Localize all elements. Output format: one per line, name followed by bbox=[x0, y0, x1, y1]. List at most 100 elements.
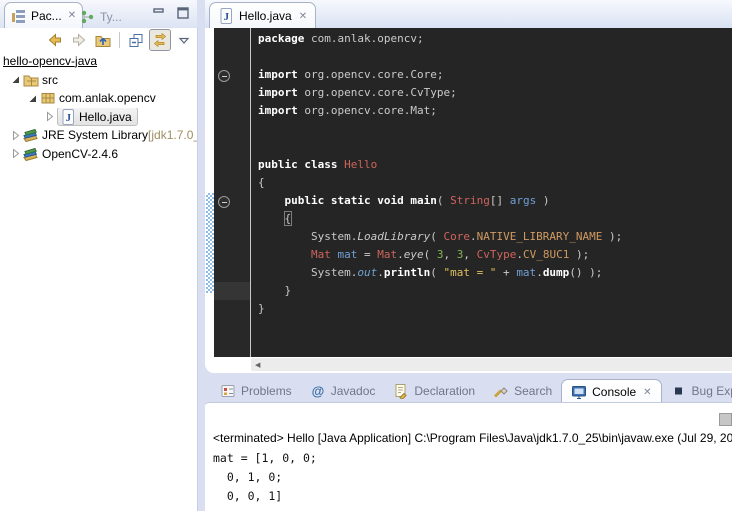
tree-item-src[interactable]: src bbox=[0, 71, 197, 90]
code-line: Mat mat = Mat.eye( 3, 3, CvType.CV_8UC1 … bbox=[258, 246, 622, 264]
tree-item-content: OpenCV-2.4.6 bbox=[23, 146, 118, 162]
sidebar-tabbar: Pac... ✕ Ty... bbox=[0, 0, 197, 29]
tab-label: Ty... bbox=[100, 10, 122, 24]
up-folder-icon bbox=[95, 32, 111, 48]
library-icon bbox=[23, 146, 39, 162]
tree-item-label: OpenCV-2.4.6 bbox=[42, 147, 118, 161]
code-line: } bbox=[258, 282, 622, 300]
code-line: } bbox=[258, 300, 622, 318]
eclipse-window: Pac... ✕ Ty... hello-opencv-java srcco bbox=[0, 0, 732, 511]
javadoc-icon: @ bbox=[310, 383, 326, 399]
link-with-editor-button[interactable] bbox=[149, 29, 171, 51]
console-view: <terminated> Hello [Java Application] C:… bbox=[205, 402, 732, 511]
up-button[interactable] bbox=[92, 29, 114, 51]
range-indicator bbox=[206, 193, 214, 293]
tab-type-hierarchy[interactable]: Ty... bbox=[74, 4, 128, 29]
tab-label: Problems bbox=[241, 384, 292, 398]
package-explorer-body: hello-opencv-java src com.anlak.opencv J He… bbox=[0, 28, 198, 511]
back-icon bbox=[47, 32, 63, 48]
horizontal-scrollbar[interactable]: ◀ bbox=[251, 358, 732, 371]
declaration-icon bbox=[393, 383, 409, 399]
code-line: import org.opencv.core.Mat; bbox=[258, 102, 622, 120]
console-toolbar-button[interactable] bbox=[719, 413, 732, 426]
code-line: public static void main( String[] args ) bbox=[258, 192, 622, 210]
code-line: System.out.println( "mat = " + mat.dump(… bbox=[258, 264, 622, 282]
tree-item-opencv-2-4-6[interactable]: OpenCV-2.4.6 bbox=[0, 145, 197, 164]
tree-item-com-anlak-opencv[interactable]: com.anlak.opencv bbox=[0, 89, 197, 108]
collapse-arrow-icon[interactable] bbox=[8, 127, 23, 143]
tree-item-jre-system-library[interactable]: JRE System Library [jdk1.7.0_25] bbox=[0, 126, 197, 145]
code-line bbox=[258, 48, 622, 66]
code-line: package com.anlak.opencv; bbox=[258, 30, 622, 48]
tree-item-project[interactable]: hello-opencv-java bbox=[0, 52, 197, 71]
link-editor-icon bbox=[152, 32, 168, 48]
code-line: import org.opencv.core.CvType; bbox=[258, 84, 622, 102]
tree-item-label: src bbox=[42, 73, 58, 87]
search-icon bbox=[493, 383, 509, 399]
tab-problems[interactable]: Problems bbox=[211, 378, 301, 403]
tab-label: Console bbox=[592, 385, 636, 399]
forward-button[interactable] bbox=[68, 29, 90, 51]
minimize-icon[interactable] bbox=[151, 5, 167, 21]
forward-icon bbox=[71, 32, 87, 48]
editor-tab-hello-java[interactable]: J Hello.java ✕ bbox=[209, 2, 316, 29]
fold-minus-icon[interactable] bbox=[218, 70, 230, 82]
package-root-icon bbox=[23, 72, 39, 88]
expand-arrow-icon[interactable] bbox=[8, 72, 23, 88]
editor-tabbar: J Hello.java ✕ bbox=[205, 0, 732, 29]
collapse-all-icon bbox=[128, 32, 144, 48]
bottom-tabbar: Problems@JavadocDeclarationSearchConsole… bbox=[205, 378, 732, 403]
console-output-line: 0, 0, 1] bbox=[213, 487, 317, 506]
tab-console[interactable]: Console ✕ bbox=[561, 379, 661, 404]
java-file-icon: J bbox=[60, 109, 76, 125]
tree-item-content: src bbox=[23, 72, 58, 88]
tree-item-content: J Hello.java bbox=[57, 108, 138, 127]
tab-javadoc[interactable]: @ Javadoc bbox=[301, 378, 385, 403]
view-menu-button[interactable] bbox=[173, 29, 195, 51]
expand-arrow-icon[interactable] bbox=[25, 90, 40, 106]
collapse-arrow-icon[interactable] bbox=[42, 109, 57, 125]
library-icon bbox=[23, 127, 39, 143]
code-line: System.LoadLibrary( Core.NATIVE_LIBRARY_… bbox=[258, 228, 622, 246]
console-output-line: mat = [1, 0, 0; bbox=[213, 449, 317, 468]
code-lines: package com.anlak.opencv; import org.open… bbox=[258, 30, 622, 318]
tree-item-content: com.anlak.opencv bbox=[40, 90, 156, 106]
svg-text:@: @ bbox=[311, 383, 324, 398]
console-output[interactable]: mat = [1, 0, 0; 0, 1, 0; 0, 0, 1] bbox=[213, 449, 317, 506]
tab-search[interactable]: Search bbox=[484, 378, 561, 403]
problems-icon bbox=[220, 383, 236, 399]
close-icon[interactable]: ✕ bbox=[643, 387, 651, 398]
back-button[interactable] bbox=[44, 29, 66, 51]
java-file-icon: J bbox=[218, 8, 234, 24]
svg-text:J: J bbox=[224, 11, 230, 23]
project-tree: hello-opencv-java src com.anlak.opencv J He… bbox=[0, 52, 197, 163]
tab-bug-explorer[interactable]: Bug Explorer bbox=[662, 378, 732, 403]
maximize-icon[interactable] bbox=[175, 5, 191, 21]
tree-item-decoration: [jdk1.7.0_25] bbox=[148, 128, 197, 142]
code-line: { bbox=[258, 210, 622, 228]
explorer-toolbar bbox=[44, 29, 195, 51]
code-line bbox=[258, 120, 622, 138]
bug-icon bbox=[671, 383, 687, 399]
tab-label: Pac... bbox=[31, 9, 62, 23]
collapse-arrow-icon[interactable] bbox=[8, 146, 23, 162]
tree-item-label: Hello.java bbox=[79, 110, 132, 124]
scroll-left-icon[interactable]: ◀ bbox=[255, 361, 260, 369]
close-icon[interactable]: ✕ bbox=[299, 11, 307, 22]
editor-tab-label: Hello.java bbox=[239, 9, 292, 23]
svg-text:J: J bbox=[66, 112, 72, 124]
package-icon bbox=[40, 90, 56, 106]
tab-label: Declaration bbox=[414, 384, 475, 398]
fold-minus-icon[interactable] bbox=[218, 196, 230, 208]
tab-label: Javadoc bbox=[331, 384, 376, 398]
collapse-all-button[interactable] bbox=[125, 29, 147, 51]
code-line: import org.opencv.core.Core; bbox=[258, 66, 622, 84]
toolbar-separator bbox=[119, 32, 120, 48]
type-hierarchy-icon bbox=[80, 9, 96, 25]
console-output-line: 0, 1, 0; bbox=[213, 468, 317, 487]
tree-item-hello-java[interactable]: J Hello.java bbox=[0, 108, 197, 127]
tree-item-label: JRE System Library bbox=[42, 128, 148, 142]
editor-area: package com.anlak.opencv; import org.open… bbox=[205, 28, 732, 373]
tab-declaration[interactable]: Declaration bbox=[384, 378, 484, 403]
tab-package-explorer[interactable]: Pac... ✕ bbox=[4, 2, 83, 28]
